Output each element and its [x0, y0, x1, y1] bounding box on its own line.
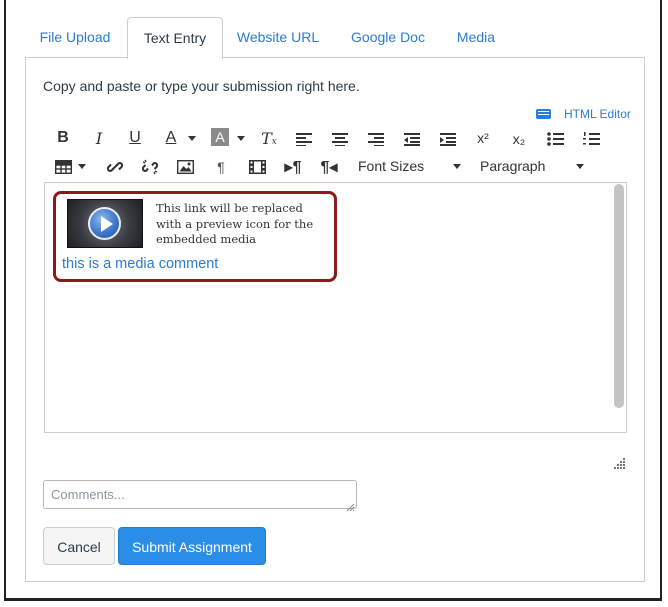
- paragraph-mark-icon[interactable]: ¶: [213, 156, 229, 178]
- image-icon[interactable]: [177, 156, 194, 178]
- bullet-list-icon[interactable]: [547, 128, 564, 150]
- tab-website-url[interactable]: Website URL: [223, 17, 333, 57]
- align-center-icon[interactable]: [332, 128, 348, 150]
- paragraph-chevron-down-icon[interactable]: [576, 164, 584, 169]
- tab-text-entry[interactable]: Text Entry: [127, 17, 223, 59]
- underline-icon[interactable]: U: [127, 127, 143, 149]
- clear-formatting-icon[interactable]: Tx: [260, 127, 278, 149]
- italic-icon[interactable]: I: [91, 127, 107, 149]
- submission-tabs: File Upload Text Entry Website URL Googl…: [25, 17, 645, 59]
- text-color-dropdown-icon[interactable]: [188, 136, 196, 141]
- numbered-list-icon[interactable]: [583, 128, 600, 150]
- editor-scrollbar[interactable]: [614, 184, 624, 408]
- font-sizes-select[interactable]: Font Sizes: [358, 155, 424, 177]
- link-icon[interactable]: [106, 156, 124, 178]
- cancel-button[interactable]: Cancel: [43, 527, 115, 565]
- font-sizes-chevron-down-icon[interactable]: [453, 164, 461, 169]
- html-editor-label: HTML Editor: [564, 107, 631, 121]
- textarea-resize-grip-icon[interactable]: [346, 499, 355, 512]
- outdent-icon[interactable]: [404, 128, 420, 150]
- align-right-icon[interactable]: [368, 128, 384, 150]
- table-dropdown-icon[interactable]: [78, 164, 86, 169]
- comments-textarea[interactable]: Comments...: [43, 480, 357, 509]
- html-editor-link[interactable]: HTML Editor: [536, 105, 631, 123]
- keyboard-icon: [536, 109, 551, 119]
- ltr-direction-icon[interactable]: ▸¶: [284, 156, 302, 178]
- background-color-icon[interactable]: A: [211, 128, 229, 146]
- background-color-dropdown-icon[interactable]: [237, 136, 245, 141]
- table-icon[interactable]: [55, 156, 72, 178]
- editor-resize-handle-icon[interactable]: [614, 456, 626, 469]
- tab-media[interactable]: Media: [449, 17, 503, 57]
- bold-icon[interactable]: B: [55, 127, 71, 149]
- embed-media-icon[interactable]: [249, 156, 266, 178]
- tab-google-doc[interactable]: Google Doc: [341, 17, 435, 57]
- submit-assignment-button[interactable]: Submit Assignment: [118, 527, 266, 565]
- highlight-callout-box: [53, 191, 337, 282]
- subscript-icon[interactable]: x₂: [510, 128, 528, 150]
- unlink-icon[interactable]: [141, 156, 159, 178]
- tab-file-upload[interactable]: File Upload: [25, 17, 125, 57]
- indent-icon[interactable]: [440, 128, 456, 150]
- paragraph-format-select[interactable]: Paragraph: [480, 155, 545, 177]
- align-left-icon[interactable]: [296, 128, 312, 150]
- rtl-direction-icon[interactable]: ¶◂: [320, 156, 338, 178]
- instructions-text: Copy and paste or type your submission r…: [43, 78, 360, 94]
- superscript-icon[interactable]: x²: [474, 127, 492, 149]
- text-color-icon[interactable]: A: [163, 127, 179, 149]
